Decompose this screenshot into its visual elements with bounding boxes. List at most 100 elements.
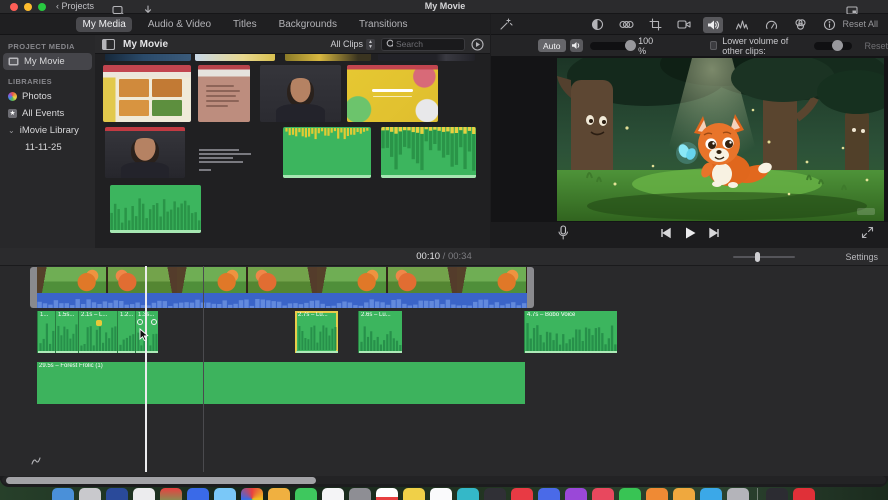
dock-app-icon[interactable] bbox=[646, 488, 668, 500]
playhead[interactable] bbox=[145, 266, 147, 472]
media-thumbnail[interactable] bbox=[195, 54, 275, 61]
stabilization-icon[interactable] bbox=[674, 17, 694, 33]
zoom-slider-knob[interactable] bbox=[755, 252, 760, 262]
volume-slider-knob[interactable] bbox=[625, 39, 637, 51]
fade-handle[interactable] bbox=[151, 319, 157, 325]
clip-filter-dropdown[interactable]: All Clips ▲ ▼ bbox=[330, 38, 375, 50]
dock-app-icon[interactable] bbox=[79, 488, 101, 500]
sidebar-toggle-icon[interactable] bbox=[102, 38, 115, 50]
search-field[interactable] bbox=[381, 37, 465, 51]
video-clip-filmstrip[interactable] bbox=[37, 267, 527, 293]
fade-handle[interactable] bbox=[137, 319, 143, 325]
dock-app-icon[interactable] bbox=[511, 488, 533, 500]
dock-app-icon[interactable] bbox=[727, 488, 749, 500]
filters-effects-icon[interactable] bbox=[790, 17, 810, 33]
media-thumbnail[interactable] bbox=[110, 185, 201, 233]
sidebar-item-event-date[interactable]: 11-11-25 bbox=[3, 139, 92, 156]
media-thumbnail[interactable] bbox=[103, 65, 191, 122]
media-thumbnail[interactable] bbox=[285, 54, 371, 61]
lower-volume-checkbox[interactable] bbox=[709, 41, 718, 50]
dock-app-icon[interactable] bbox=[106, 488, 128, 500]
dock-app-icon[interactable] bbox=[793, 488, 815, 500]
dock-app-icon[interactable] bbox=[430, 488, 452, 500]
sidebar-item-photos[interactable]: Photos bbox=[3, 88, 92, 105]
color-correction-icon[interactable] bbox=[616, 17, 636, 33]
media-thumbnail[interactable] bbox=[347, 65, 438, 122]
media-thumbnail[interactable] bbox=[283, 127, 371, 178]
noise-reduction-icon[interactable] bbox=[732, 17, 752, 33]
dock-app-icon[interactable] bbox=[565, 488, 587, 500]
dock-app-icon[interactable] bbox=[457, 488, 479, 500]
ducking-slider-knob[interactable] bbox=[831, 39, 843, 51]
back-to-projects-button[interactable]: ‹ Projects bbox=[56, 1, 94, 11]
sidebar-item-all-events[interactable]: ★ All Events bbox=[3, 105, 92, 122]
crop-icon[interactable] bbox=[645, 17, 665, 33]
media-thumbnail[interactable] bbox=[378, 54, 475, 61]
audio-clip[interactable]: 1... bbox=[37, 311, 55, 353]
auto-volume-button[interactable]: Auto bbox=[538, 39, 566, 52]
color-balance-icon[interactable] bbox=[587, 17, 607, 33]
mute-button[interactable] bbox=[569, 39, 584, 52]
minimize-button[interactable] bbox=[24, 3, 32, 11]
audio-clip[interactable]: 1.2... bbox=[117, 311, 135, 353]
settings-button[interactable]: Settings bbox=[845, 252, 878, 262]
dock-app-icon[interactable] bbox=[187, 488, 209, 500]
dock-app-icon[interactable] bbox=[484, 488, 506, 500]
dock-app-icon[interactable] bbox=[349, 488, 371, 500]
dock-app-icon[interactable] bbox=[268, 488, 290, 500]
audio-clip[interactable]: 2.6s – Lu... bbox=[358, 311, 402, 353]
ducking-slider[interactable] bbox=[813, 39, 853, 51]
dock-app-icon[interactable] bbox=[619, 488, 641, 500]
tab-backgrounds[interactable]: Backgrounds bbox=[273, 17, 343, 32]
media-thumbnail[interactable] bbox=[105, 54, 191, 61]
audio-clip[interactable]: 2.1s – L... bbox=[78, 311, 117, 353]
search-input[interactable] bbox=[396, 39, 460, 49]
dock-app-icon[interactable] bbox=[322, 488, 344, 500]
dock-app-icon[interactable] bbox=[376, 488, 398, 500]
volume-icon[interactable] bbox=[703, 16, 723, 33]
filter-play-icon[interactable] bbox=[471, 37, 484, 51]
previous-frame-button[interactable] bbox=[659, 226, 671, 244]
dock-app-icon[interactable] bbox=[673, 488, 695, 500]
timeline-scrollbar[interactable] bbox=[2, 476, 886, 484]
dock-app-icon[interactable] bbox=[241, 488, 263, 500]
dock-app-icon[interactable] bbox=[700, 488, 722, 500]
clip-trim-handle[interactable] bbox=[30, 267, 37, 308]
dock-app-icon[interactable] bbox=[592, 488, 614, 500]
speed-icon[interactable] bbox=[761, 17, 781, 33]
next-frame-button[interactable] bbox=[708, 226, 721, 244]
clip-trim-handle[interactable] bbox=[527, 267, 534, 308]
chevron-down-icon[interactable]: ⌄ bbox=[8, 126, 15, 135]
dock-app-icon[interactable] bbox=[52, 488, 74, 500]
dock-app-icon[interactable] bbox=[133, 488, 155, 500]
audio-clip-selected[interactable]: 2.7s – Lu... bbox=[295, 311, 338, 353]
audio-clip[interactable]: 1.5s... bbox=[55, 311, 78, 353]
timeline-zoom-slider[interactable] bbox=[733, 252, 795, 262]
dock-app-icon[interactable] bbox=[295, 488, 317, 500]
tab-my-media[interactable]: My Media bbox=[76, 16, 132, 32]
sidebar-item-my-movie[interactable]: My Movie bbox=[3, 53, 92, 70]
play-button[interactable] bbox=[683, 226, 697, 245]
dock-app-icon[interactable] bbox=[214, 488, 236, 500]
tab-transitions[interactable]: Transitions bbox=[353, 17, 414, 32]
video-clip-audio-waveform[interactable] bbox=[37, 293, 527, 308]
scrollbar-thumb[interactable] bbox=[6, 476, 316, 484]
audio-clip[interactable]: 4.7s – Bobo Voice bbox=[524, 311, 617, 353]
enhance-wand-icon[interactable] bbox=[498, 17, 513, 37]
media-thumbnail[interactable] bbox=[105, 127, 185, 178]
media-thumbnail[interactable] bbox=[193, 127, 273, 178]
dock-app-icon[interactable] bbox=[403, 488, 425, 500]
sidebar-item-imovie-library[interactable]: ⌄ iMovie Library bbox=[3, 122, 92, 139]
media-thumbnail[interactable] bbox=[260, 65, 341, 122]
close-button[interactable] bbox=[10, 3, 18, 11]
media-thumbnail[interactable] bbox=[198, 65, 250, 122]
dock-app-icon[interactable] bbox=[766, 488, 788, 500]
music-clip[interactable]: 29.5s – Forest Frolic (1) bbox=[37, 362, 525, 404]
reset-button[interactable]: Reset bbox=[864, 41, 888, 51]
media-thumbnail[interactable] bbox=[381, 127, 476, 178]
clip-info-icon[interactable] bbox=[819, 17, 839, 33]
zoom-button[interactable] bbox=[38, 3, 46, 11]
tab-audio-video[interactable]: Audio & Video bbox=[142, 17, 217, 32]
volume-slider[interactable] bbox=[590, 39, 637, 51]
dock-app-icon[interactable] bbox=[538, 488, 560, 500]
